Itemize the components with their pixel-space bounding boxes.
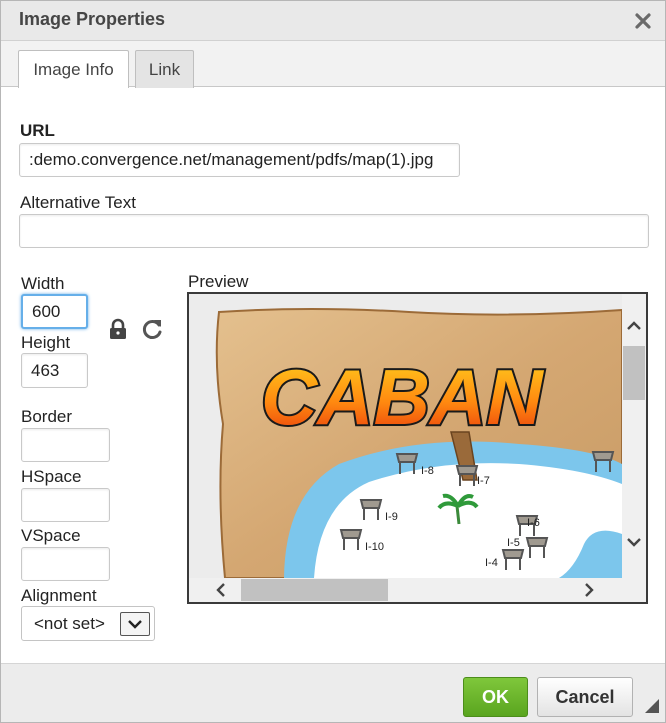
url-input[interactable]: [19, 143, 460, 177]
chevron-down-icon[interactable]: [120, 612, 150, 636]
width-label: Width: [21, 274, 65, 293]
width-input[interactable]: [21, 294, 88, 329]
reset-size-icon[interactable]: [141, 317, 163, 341]
cabana-label: I-4: [485, 557, 498, 569]
height-input[interactable]: [21, 353, 88, 388]
scroll-up-icon[interactable]: [622, 314, 646, 338]
border-input[interactable]: [21, 428, 110, 462]
alternative-text-input[interactable]: [19, 214, 649, 248]
dialog-titlebar[interactable]: Image Properties: [1, 1, 665, 41]
ok-button[interactable]: OK: [463, 677, 528, 717]
tab-link[interactable]: Link: [135, 50, 194, 88]
alignment-select[interactable]: <not set>: [21, 606, 155, 641]
url-label: URL: [20, 121, 55, 140]
tab-image-info[interactable]: Image Info: [18, 50, 129, 88]
lock-icon[interactable]: [107, 318, 129, 342]
height-label: Height: [21, 333, 71, 352]
cabana-label: I-8: [421, 465, 434, 477]
preview-horizontal-scrollbar[interactable]: [189, 578, 622, 602]
dialog-footer: OK Cancel: [1, 663, 665, 722]
cancel-button[interactable]: Cancel: [537, 677, 633, 717]
cabana-label: I-5: [507, 537, 520, 549]
vertical-scroll-thumb[interactable]: [623, 346, 645, 400]
vspace-input[interactable]: [21, 547, 110, 581]
preview-vertical-scrollbar[interactable]: [622, 294, 646, 578]
alignment-label: Alignment: [21, 586, 97, 605]
scroll-left-icon[interactable]: [209, 578, 233, 602]
close-icon[interactable]: [631, 9, 655, 33]
cabana-label: I-6: [527, 517, 540, 529]
horizontal-scroll-thumb[interactable]: [241, 579, 388, 601]
preview-image-title: CABAN: [261, 353, 544, 441]
hspace-label: HSpace: [21, 467, 82, 486]
preview-pane: CABAN I-8 I-7 I-9 I-6 I-10 I-5 I-4: [187, 292, 648, 604]
border-label: Border: [21, 407, 73, 426]
scroll-right-icon[interactable]: [577, 578, 601, 602]
scroll-down-icon[interactable]: [622, 530, 646, 554]
dialog-title: Image Properties: [19, 9, 166, 29]
preview-image: CABAN I-8 I-7 I-9 I-6 I-10 I-5 I-4: [189, 294, 622, 578]
alternative-text-label: Alternative Text: [20, 193, 136, 212]
tab-bar: Image Info Link: [1, 41, 665, 88]
cabana-label: I-10: [365, 541, 384, 553]
hspace-input[interactable]: [21, 488, 110, 522]
cabana-label: I-9: [385, 511, 398, 523]
preview-label: Preview: [188, 272, 249, 291]
vspace-label: VSpace: [21, 526, 81, 545]
alignment-selected-value: <not set>: [34, 614, 105, 633]
cabana-label: I-7: [477, 475, 490, 487]
scroll-corner: [622, 578, 646, 602]
image-properties-dialog: Image Properties Image Info Link URL Alt…: [0, 0, 666, 723]
resize-grip-icon[interactable]: [641, 695, 661, 715]
